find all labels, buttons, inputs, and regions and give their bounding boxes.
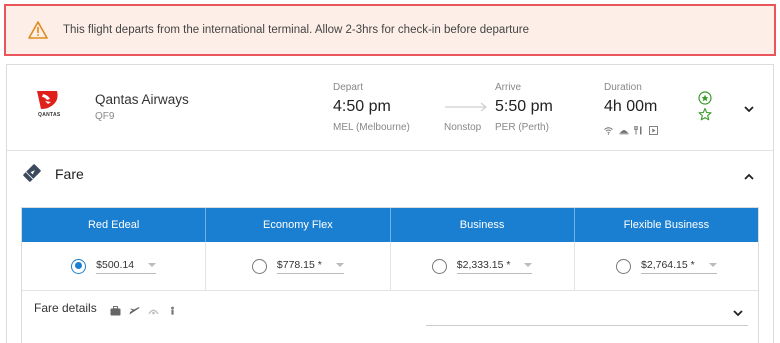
- caret-down-icon: [148, 262, 157, 267]
- chevron-down-icon[interactable]: [743, 101, 755, 113]
- amenities: [604, 122, 658, 135]
- fare-table-header: Red Edeal Economy Flex Business Flexible…: [22, 208, 758, 242]
- arrive-airport: PER (Perth): [495, 122, 549, 133]
- depart-label: Depart: [333, 82, 364, 93]
- duration-label: Duration: [604, 82, 642, 93]
- caret-down-icon: [335, 262, 344, 267]
- price-dropdown[interactable]: $2,764.15 *: [641, 259, 717, 274]
- fare-title: Fare: [55, 166, 84, 182]
- fare-price: $500.14: [96, 258, 135, 271]
- fare-option-economy-flex[interactable]: $778.15 *: [206, 242, 391, 290]
- airline-logo: QANTAS: [33, 89, 73, 121]
- person-icon: [167, 303, 178, 315]
- radio-selected[interactable]: [71, 258, 87, 274]
- arrive-label: Arrive: [495, 82, 522, 93]
- fare-details-icons: [110, 303, 178, 316]
- chevron-down-icon[interactable]: [732, 305, 744, 317]
- warning-icon: [28, 20, 48, 40]
- fare-column-business: Business: [391, 208, 575, 242]
- fare-details-row[interactable]: Fare details: [22, 292, 758, 326]
- wifi-icon: [604, 122, 613, 135]
- rating-icons: [698, 91, 712, 130]
- fare-column-flexible-business: Flexible Business: [623, 219, 710, 231]
- baggage-icon: [110, 303, 121, 316]
- seat-icon: [148, 303, 159, 315]
- arrow-right-icon: [444, 99, 488, 112]
- flight-number: QF9: [95, 111, 115, 122]
- depart-airport: MEL (Melbourne): [333, 122, 410, 133]
- flight-card: QANTAS Qantas Airways QF9 Depart 4:50 pm…: [6, 64, 774, 343]
- fare-price: $2,333.15 *: [456, 258, 511, 271]
- flight-summary-row[interactable]: QANTAS Qantas Airways QF9 Depart 4:50 pm…: [7, 65, 773, 151]
- fare-details-label: Fare details: [34, 301, 97, 315]
- duration-value: 4h 00m: [604, 98, 658, 115]
- fare-price: $778.15 *: [276, 258, 322, 271]
- arrive-time: 5:50 pm: [495, 98, 553, 115]
- plane-icon: [129, 303, 140, 315]
- radio-button[interactable]: [616, 258, 632, 274]
- price-dropdown[interactable]: $778.15 *: [276, 258, 344, 274]
- depart-time: 4:50 pm: [333, 98, 391, 115]
- stops-text: Nonstop: [444, 122, 482, 133]
- meal-icon: [619, 122, 629, 135]
- fare-prices-row: $500.14 $778.15 * $2,333.15 * $2,764.15 …: [22, 242, 758, 291]
- price-dropdown[interactable]: $2,333.15 *: [456, 258, 533, 274]
- entertainment-icon: [649, 122, 658, 135]
- price-dropdown[interactable]: $500.14: [96, 258, 157, 274]
- fare-price: $2,764.15 *: [641, 258, 695, 271]
- airline-name: Qantas Airways: [95, 92, 189, 107]
- alert-banner: This flight departs from the internation…: [4, 4, 776, 56]
- caret-down-icon: [524, 262, 533, 267]
- radio-button[interactable]: [251, 258, 267, 274]
- caret-down-icon: [708, 262, 717, 267]
- alert-message: This flight departs from the internation…: [63, 24, 529, 36]
- fare-option-business[interactable]: $2,333.15 *: [391, 242, 575, 290]
- divider: [426, 325, 748, 326]
- fare-column-red-edeal: Red Edeal: [22, 208, 207, 242]
- ticket-icon: [21, 162, 43, 184]
- airline-logo-text: QANTAS: [38, 112, 61, 118]
- fare-option-flexible-business[interactable]: $2,764.15 *: [575, 242, 758, 290]
- cutlery-icon: [634, 122, 643, 135]
- fare-section-header[interactable]: Fare: [7, 152, 773, 202]
- radio-button[interactable]: [431, 258, 447, 274]
- chevron-up-icon[interactable]: [743, 169, 755, 180]
- fare-table: Red Edeal Economy Flex Business Flexible…: [21, 207, 759, 343]
- fare-option-red-edeal[interactable]: $500.14: [22, 242, 207, 290]
- fare-column-economy-flex: Economy Flex: [206, 208, 391, 242]
